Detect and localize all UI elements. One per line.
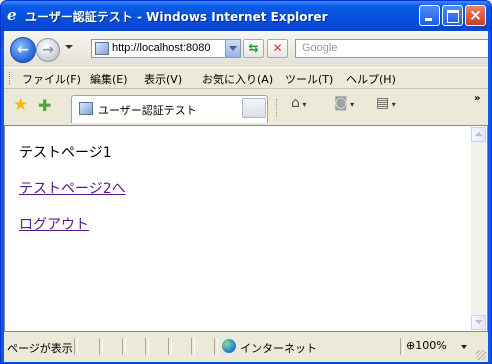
status-divider bbox=[168, 338, 172, 355]
vertical-scrollbar[interactable] bbox=[471, 127, 486, 330]
minimize-icon bbox=[420, 6, 439, 25]
address-bar[interactable]: http://localhost:8080 bbox=[91, 39, 241, 58]
menu-view[interactable]: 表示(V) bbox=[144, 71, 182, 87]
home-icon[interactable]: ⌂ ▾ bbox=[291, 95, 306, 111]
status-divider bbox=[122, 338, 126, 355]
ie-icon: e bbox=[7, 6, 17, 24]
recent-pages-dropdown[interactable] bbox=[65, 45, 73, 49]
status-divider bbox=[191, 338, 195, 355]
maximize-button[interactable] bbox=[442, 5, 463, 26]
tab-title: ユーザー認証テスト bbox=[98, 104, 197, 117]
page-icon bbox=[95, 42, 109, 55]
stop-icon: ✕ bbox=[272, 41, 283, 55]
title-bar[interactable]: e ユーザー認証テスト - Windows Internet Explorer … bbox=[1, 1, 491, 31]
link-test-page-2[interactable]: テストページ2へ bbox=[19, 178, 126, 198]
status-bar: ページが表示 インターネット ⊕100% bbox=[4, 332, 488, 362]
status-text: ページが表示 bbox=[7, 342, 73, 355]
menu-bar: ファイル(F) 編集(E) 表示(V) お気に入り(A) ツール(T) ヘルプ(… bbox=[4, 67, 488, 89]
menu-file[interactable]: ファイル(F) bbox=[22, 71, 81, 87]
chevron-right-icon[interactable]: » bbox=[474, 93, 480, 104]
status-divider bbox=[74, 338, 78, 355]
security-zone[interactable]: インターネット bbox=[240, 340, 317, 356]
search-input[interactable]: Google bbox=[295, 39, 488, 58]
internet-zone-icon bbox=[222, 339, 236, 353]
menu-help[interactable]: ヘルプ(H) bbox=[346, 71, 396, 87]
zoom-icon: ⊕ bbox=[406, 339, 416, 352]
close-icon: × bbox=[469, 6, 482, 24]
forward-button[interactable]: → bbox=[36, 38, 60, 62]
tab-bar: ★ ✚ ユーザー認証テスト ⌂ ▾ ◙ ▾ ▤ ▾ » bbox=[4, 89, 488, 123]
zoom-value: 100% bbox=[415, 339, 447, 352]
print-icon[interactable]: ▤ ▾ bbox=[376, 95, 396, 111]
menu-edit[interactable]: 編集(E) bbox=[90, 71, 128, 87]
address-dropdown-button[interactable] bbox=[225, 40, 240, 57]
zoom-level[interactable]: ⊕100% bbox=[406, 339, 447, 352]
close-button[interactable]: × bbox=[465, 5, 486, 26]
favorites-star-icon[interactable]: ★ bbox=[13, 95, 28, 115]
tab-active[interactable]: ユーザー認証テスト bbox=[71, 95, 268, 123]
maximize-icon bbox=[443, 6, 462, 25]
link-logout[interactable]: ログアウト bbox=[19, 214, 89, 234]
refresh-icon: ⇆ bbox=[248, 41, 259, 55]
status-divider bbox=[99, 338, 103, 355]
toolbar-grip[interactable] bbox=[9, 72, 13, 85]
page-icon bbox=[79, 102, 93, 115]
forward-arrow-icon: → bbox=[42, 42, 54, 58]
stop-button[interactable]: ✕ bbox=[267, 39, 288, 58]
back-arrow-icon: ← bbox=[17, 42, 29, 58]
status-divider bbox=[214, 338, 218, 355]
status-divider bbox=[400, 338, 404, 355]
back-button[interactable]: ← bbox=[10, 37, 36, 63]
zoom-dropdown-icon[interactable] bbox=[461, 345, 467, 349]
status-divider bbox=[145, 338, 149, 355]
browser-window: e ユーザー認証テスト - Windows Internet Explorer … bbox=[0, 0, 492, 364]
minimize-button[interactable] bbox=[419, 5, 440, 26]
menu-tools[interactable]: ツール(T) bbox=[285, 71, 333, 87]
feeds-icon[interactable]: ◙ ▾ bbox=[334, 95, 354, 111]
menu-favorites[interactable]: お気に入り(A) bbox=[202, 71, 273, 87]
add-favorites-icon[interactable]: ✚ bbox=[38, 96, 51, 115]
navigation-bar: ← → http://localhost:8080 ⇆ ✕ Google bbox=[4, 31, 488, 67]
scroll-down-button[interactable] bbox=[471, 315, 486, 330]
new-tab-button[interactable] bbox=[242, 98, 266, 118]
browser-frame: ← → http://localhost:8080 ⇆ ✕ Google ファイ… bbox=[4, 31, 488, 362]
address-text[interactable]: http://localhost:8080 bbox=[112, 42, 225, 54]
page-heading: テストページ1 bbox=[19, 145, 112, 161]
resize-grip[interactable] bbox=[476, 350, 486, 360]
refresh-button[interactable]: ⇆ bbox=[243, 39, 264, 58]
toolbar-separator bbox=[276, 99, 277, 117]
window-title: ユーザー認証テスト - Windows Internet Explorer bbox=[25, 10, 328, 24]
page-content: テストページ1 テストページ2へ ログアウト bbox=[4, 125, 488, 332]
scroll-up-button[interactable] bbox=[471, 127, 486, 142]
